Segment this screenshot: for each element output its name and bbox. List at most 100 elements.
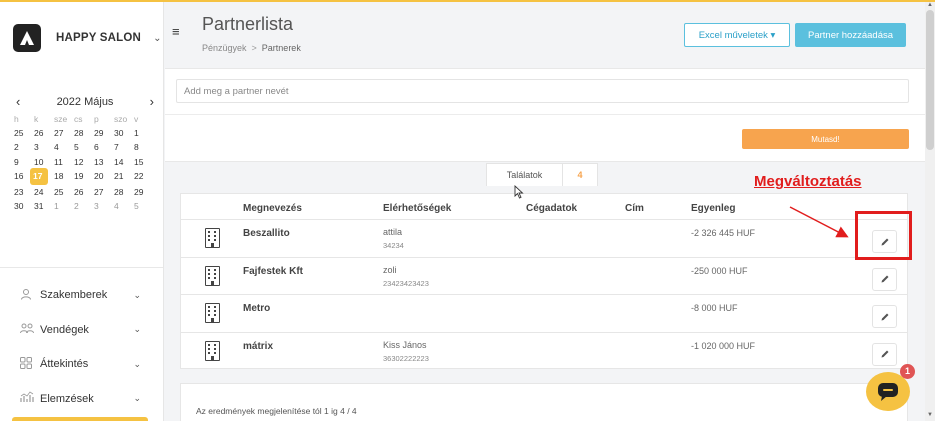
- calendar-grid: h k sze cs p szo v 25 26 27 28 29 30 1 2…: [10, 112, 160, 213]
- add-partner-button[interactable]: Partner hozzáadása: [795, 23, 906, 47]
- calendar-prev-button[interactable]: ‹: [16, 94, 20, 109]
- app-window: HAPPY SALON ⌄ ‹ 2022 Május › h k sze cs …: [0, 0, 935, 421]
- scrollbar-thumb[interactable]: [926, 10, 934, 150]
- grid-icon: [20, 356, 36, 372]
- table-row[interactable]: mátrix Kiss János 36302222223 -1 020 000…: [181, 333, 907, 371]
- sidebar-item-szakemberek[interactable]: Szakemberek ⌄: [0, 278, 163, 313]
- calendar-day[interactable]: 9: [10, 155, 30, 169]
- column-header-megnevezes[interactable]: Megnevezés: [243, 203, 302, 214]
- calendar-day[interactable]: 7: [110, 140, 130, 154]
- calendar-day[interactable]: 5: [70, 140, 90, 154]
- breadcrumb-item-penzugyek[interactable]: Pénzügyek: [202, 43, 247, 53]
- calendar-day[interactable]: 11: [50, 155, 70, 169]
- calendar-day[interactable]: 27: [90, 185, 110, 199]
- calendar-weekday: szo: [114, 114, 128, 124]
- calendar-day[interactable]: 24: [30, 185, 50, 199]
- calendar-day[interactable]: 2: [10, 140, 30, 154]
- calendar-weekday: h: [14, 114, 19, 124]
- calendar-day[interactable]: 2: [70, 199, 90, 213]
- calendar-day[interactable]: 8: [130, 140, 150, 154]
- calendar-day[interactable]: 31: [30, 199, 50, 213]
- excel-actions-button[interactable]: Excel műveletek ▾: [684, 23, 790, 47]
- sidebar-item-label: Áttekintés: [40, 358, 89, 371]
- partner-phone: 36302222223: [383, 353, 429, 363]
- calendar-header: ‹ 2022 Május ›: [10, 94, 160, 109]
- calendar-day[interactable]: 25: [50, 185, 70, 199]
- calendar-day[interactable]: 26: [30, 126, 50, 140]
- calendar-day[interactable]: 15: [130, 155, 150, 169]
- chart-icon: [20, 391, 36, 406]
- calendar-day[interactable]: 1: [130, 126, 150, 140]
- calendar-day[interactable]: 3: [90, 199, 110, 213]
- calendar-day[interactable]: 4: [50, 140, 70, 154]
- calendar-weekday: cs: [74, 114, 83, 124]
- calendar-day[interactable]: 18: [50, 169, 70, 183]
- calendar-day[interactable]: 29: [130, 185, 150, 199]
- calendar-day[interactable]: 25: [10, 126, 30, 140]
- partner-contact: attila: [383, 227, 403, 237]
- column-header-cegadatok[interactable]: Cégadatok: [526, 203, 577, 214]
- edit-button[interactable]: [872, 267, 897, 291]
- calendar-day[interactable]: 16: [10, 169, 30, 183]
- sidebar-item-elemzesek[interactable]: Elemzések ⌄: [0, 382, 163, 417]
- calendar-day[interactable]: 28: [110, 185, 130, 199]
- column-header-cim[interactable]: Cím: [625, 203, 644, 214]
- calendar-day[interactable]: 14: [110, 155, 130, 169]
- calendar-day[interactable]: 23: [10, 185, 30, 199]
- scroll-down-icon[interactable]: ▼: [927, 412, 933, 418]
- chevron-down-icon: ⌄: [133, 393, 141, 404]
- column-header-egyenleg[interactable]: Egyenleg: [691, 203, 735, 214]
- partner-contact: Kiss János: [383, 339, 427, 350]
- sidebar-item-attekintes[interactable]: Áttekintés ⌄: [0, 347, 163, 382]
- brand-switcher[interactable]: HAPPY SALON ⌄: [13, 24, 161, 52]
- calendar-day[interactable]: 28: [70, 126, 90, 140]
- calendar-day[interactable]: 30: [110, 126, 130, 140]
- results-count: 4: [577, 170, 583, 180]
- calendar-day[interactable]: 3: [30, 140, 50, 154]
- sidebar-item-vendegek[interactable]: Vendégek ⌄: [0, 313, 163, 348]
- building-icon: [205, 340, 220, 361]
- hamburger-menu-icon[interactable]: ≡: [172, 24, 180, 39]
- show-button[interactable]: Mutasd!: [742, 129, 909, 149]
- calendar-day[interactable]: 26: [70, 185, 90, 199]
- table-row[interactable]: Metro -8 000 HUF: [181, 295, 907, 333]
- calendar-day[interactable]: 21: [110, 169, 130, 183]
- table-row[interactable]: Fajfestek Kft zoli 23423423423 -250 000 …: [181, 258, 907, 295]
- partner-table: Megnevezés Elérhetőségek Cégadatok Cím E…: [180, 193, 908, 369]
- calendar-day[interactable]: 13: [90, 155, 110, 169]
- calendar-next-button[interactable]: ›: [150, 94, 154, 109]
- calendar-day[interactable]: 30: [10, 199, 30, 213]
- annotation-label: Megváltoztatás: [754, 173, 862, 190]
- page-scrollbar[interactable]: ▲ ▼: [925, 2, 935, 421]
- calendar-day[interactable]: 10: [30, 155, 50, 169]
- sidebar-yellow-button[interactable]: [12, 417, 148, 421]
- partner-name[interactable]: Fajfestek Kft: [243, 266, 303, 277]
- calendar-day[interactable]: 1: [50, 199, 70, 213]
- column-header-elerhetosegek[interactable]: Elérhetőségek: [383, 203, 451, 214]
- calendar-day[interactable]: 4: [110, 199, 130, 213]
- results-label: Találatok: [487, 164, 563, 186]
- calendar-month-title[interactable]: 2022 Május: [57, 96, 114, 108]
- calendar-weekday: sze: [54, 114, 68, 124]
- partner-search-input[interactable]: [176, 79, 909, 103]
- calendar-day-today[interactable]: 17: [30, 167, 48, 185]
- partner-name[interactable]: Metro: [243, 303, 270, 314]
- chat-notification-badge: 1: [900, 364, 915, 379]
- edit-button[interactable]: [872, 305, 897, 328]
- edit-button[interactable]: [872, 342, 897, 366]
- calendar-day[interactable]: 27: [50, 126, 70, 140]
- calendar-day[interactable]: 29: [90, 126, 110, 140]
- table-row[interactable]: Beszallito attila 34234 -2 326 445 HUF: [181, 220, 907, 258]
- calendar-day[interactable]: 5: [130, 199, 150, 213]
- logo-icon: [13, 24, 41, 52]
- scroll-up-icon[interactable]: ▲: [927, 2, 933, 8]
- calendar-day[interactable]: 22: [130, 169, 150, 183]
- calendar-day[interactable]: 20: [90, 169, 110, 183]
- calendar-day[interactable]: 6: [90, 140, 110, 154]
- calendar-day[interactable]: 19: [70, 169, 90, 183]
- people-icon: [20, 322, 36, 337]
- partner-name[interactable]: mátrix: [243, 341, 273, 352]
- partner-name[interactable]: Beszallito: [243, 228, 290, 239]
- calendar-day[interactable]: 12: [70, 155, 90, 169]
- breadcrumb-separator: >: [251, 43, 257, 53]
